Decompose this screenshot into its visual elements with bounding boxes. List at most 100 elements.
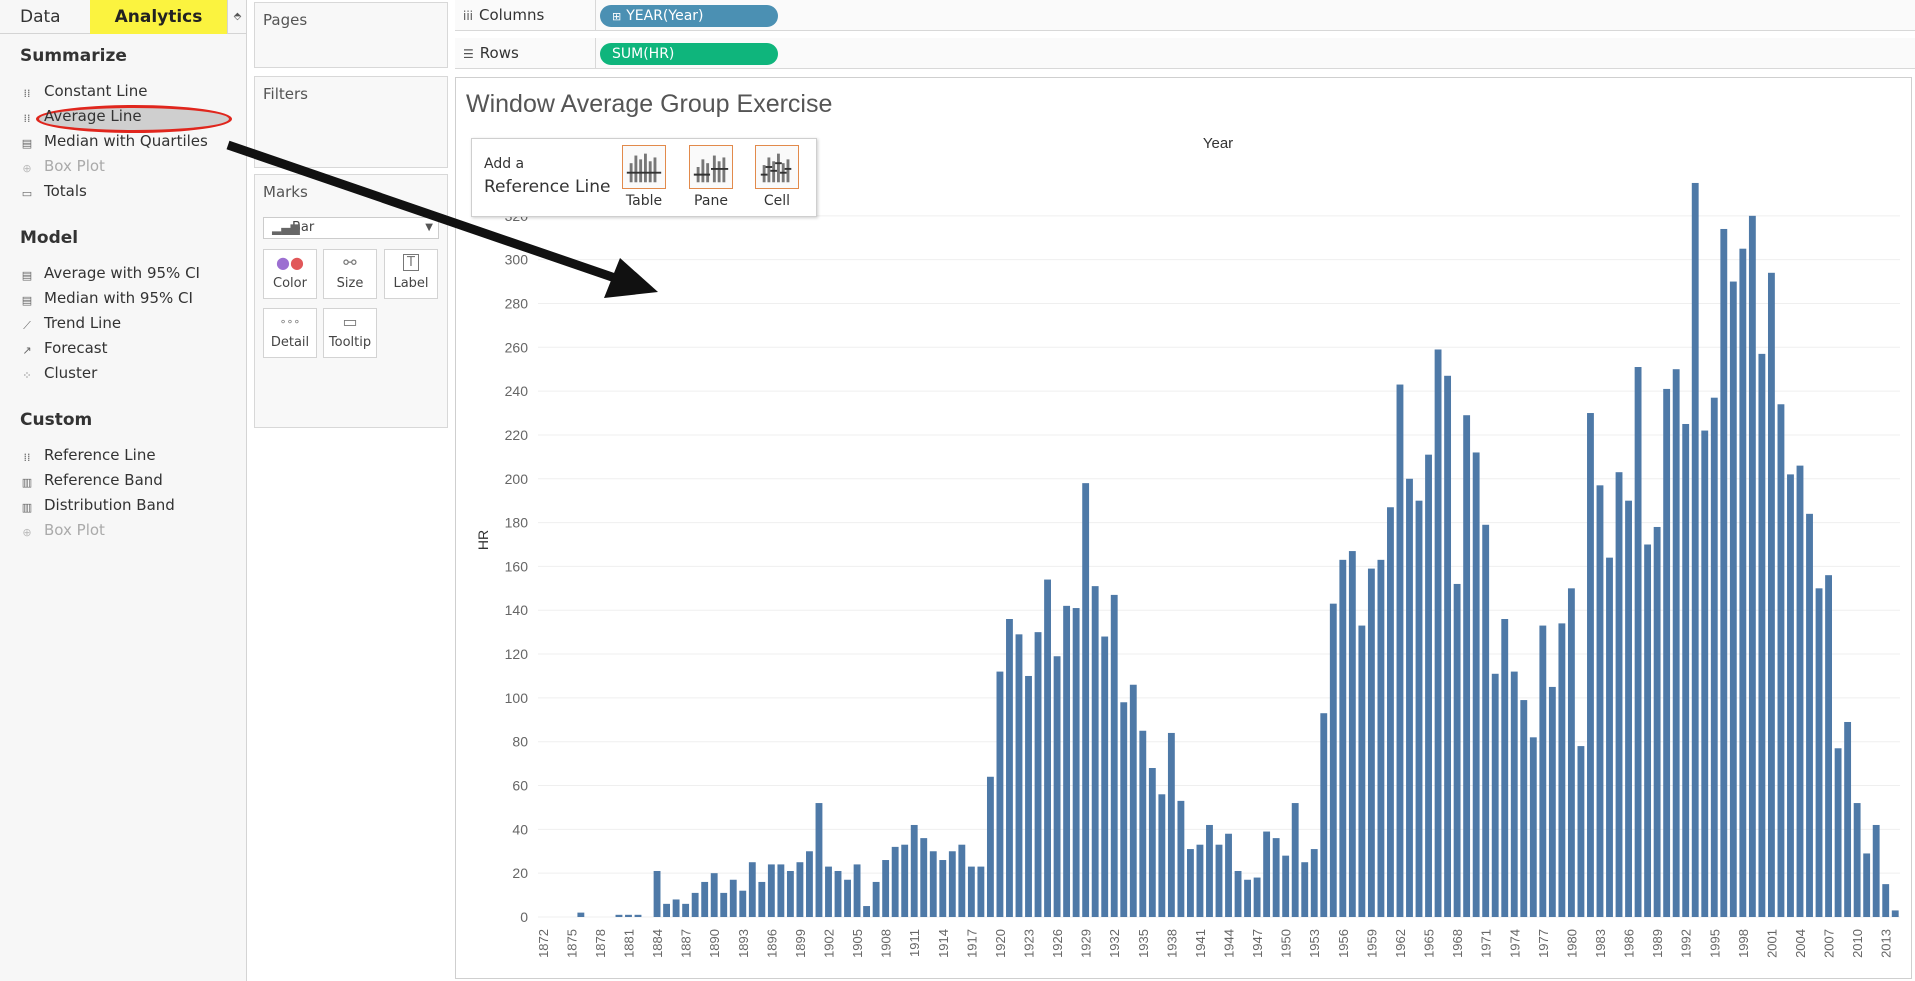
- bar: [1796, 465, 1804, 917]
- bar: [929, 851, 937, 917]
- bar: [615, 914, 623, 917]
- bar: [625, 914, 632, 917]
- bar: [1558, 623, 1566, 917]
- x-tick-label: 1893: [736, 929, 751, 958]
- x-tick-label: 1905: [850, 929, 865, 958]
- cell-scope-icon: [755, 145, 799, 189]
- bar: [863, 906, 871, 917]
- y-tick-label: 240: [505, 383, 529, 399]
- bar: [1167, 732, 1175, 917]
- x-tick-label: 1938: [1164, 929, 1179, 958]
- x-tick-label: 1884: [650, 929, 665, 958]
- bar: [891, 846, 899, 917]
- bar: [1387, 507, 1394, 917]
- bar-chart: 0 20 40 60 80 100 120 140 160 180 200 220 240 260 280 3…: [475, 135, 1900, 958]
- bar: [996, 671, 1004, 917]
- bar: [1777, 404, 1785, 917]
- ref-option-label: Table: [625, 193, 663, 209]
- x-tick-label: 1977: [1536, 929, 1551, 958]
- ref-option-cell[interactable]: Cell: [754, 145, 800, 209]
- bar: [1739, 248, 1747, 918]
- x-tick-label: 1932: [1107, 929, 1122, 958]
- bar: [1701, 430, 1709, 917]
- bar: [1310, 849, 1318, 917]
- y-tick-label: 40: [512, 821, 528, 837]
- bar: [1815, 588, 1823, 917]
- x-tick-label: 1872: [536, 929, 551, 958]
- bar: [1196, 844, 1204, 917]
- ref-option-table[interactable]: Table: [621, 145, 667, 209]
- bar: [1053, 656, 1061, 917]
- bar: [1301, 862, 1309, 917]
- bar: [1710, 397, 1718, 917]
- y-tick-label: 160: [505, 558, 529, 574]
- bar: [977, 866, 985, 917]
- bar: [1691, 182, 1699, 918]
- x-tick-label: 1890: [707, 929, 722, 958]
- x-tick-label: 1974: [1507, 929, 1522, 958]
- bar: [1577, 746, 1585, 917]
- x-tick-label: 1989: [1650, 929, 1665, 958]
- x-tick-label: 1953: [1307, 929, 1322, 958]
- x-tick-label: 1911: [907, 929, 922, 957]
- bar: [1186, 849, 1194, 917]
- bar: [739, 890, 747, 917]
- y-tick-label: 260: [505, 339, 529, 355]
- y-tick-label: 0: [520, 909, 528, 925]
- bar: [777, 864, 785, 917]
- bar: [1825, 575, 1832, 917]
- bar: [1625, 500, 1632, 917]
- bar: [901, 844, 909, 917]
- x-tick-label: 1887: [679, 929, 694, 958]
- bar: [653, 870, 661, 917]
- bar: [1482, 524, 1490, 917]
- bar: [1729, 281, 1737, 917]
- bar: [1063, 605, 1071, 917]
- bar: [1034, 632, 1042, 917]
- bar: [1120, 702, 1128, 917]
- x-tick-label: 1923: [1022, 929, 1037, 958]
- bar: [1215, 844, 1223, 917]
- bar: [720, 892, 728, 917]
- bar: [1644, 544, 1652, 917]
- bar: [1339, 559, 1347, 917]
- bar: [1263, 831, 1271, 917]
- bar: [910, 824, 918, 917]
- bar: [1091, 586, 1099, 917]
- ref-popup-add-text: Add a: [484, 156, 525, 172]
- bar: [1720, 228, 1728, 917]
- bar: [1272, 838, 1280, 917]
- bar: [1282, 855, 1290, 917]
- bar: [1396, 384, 1404, 917]
- x-axis-title: Year: [1203, 135, 1233, 152]
- bar: [1082, 483, 1090, 917]
- y-tick-label: 220: [505, 427, 529, 443]
- bar: [1101, 636, 1109, 917]
- x-tick-label: 1998: [1736, 929, 1751, 958]
- x-tick-label: 1920: [993, 929, 1008, 958]
- ref-option-label: Pane: [694, 193, 728, 209]
- x-tick-label: 1926: [1050, 929, 1065, 958]
- bar: [1834, 748, 1842, 917]
- y-tick-label: 300: [505, 252, 529, 268]
- ref-option-pane[interactable]: Pane: [688, 145, 734, 209]
- bar: [1320, 713, 1328, 917]
- bar: [1348, 551, 1356, 917]
- bar: [1463, 415, 1471, 917]
- bar: [1329, 603, 1337, 917]
- x-tick-label: 1908: [879, 929, 894, 958]
- bar: [1587, 413, 1594, 917]
- x-tick-label: 1950: [1279, 929, 1294, 958]
- y-tick-label: 120: [505, 646, 529, 662]
- bar: [748, 862, 756, 917]
- bar: [1891, 910, 1899, 917]
- bar: [1863, 853, 1871, 917]
- bar: [1139, 730, 1147, 917]
- bar: [701, 881, 709, 917]
- bar: [758, 881, 766, 917]
- y-tick-label: 140: [505, 602, 529, 618]
- bar: [1453, 583, 1461, 917]
- bar: [1529, 737, 1537, 917]
- x-tick-label: 1902: [821, 929, 836, 958]
- bar: [729, 879, 737, 917]
